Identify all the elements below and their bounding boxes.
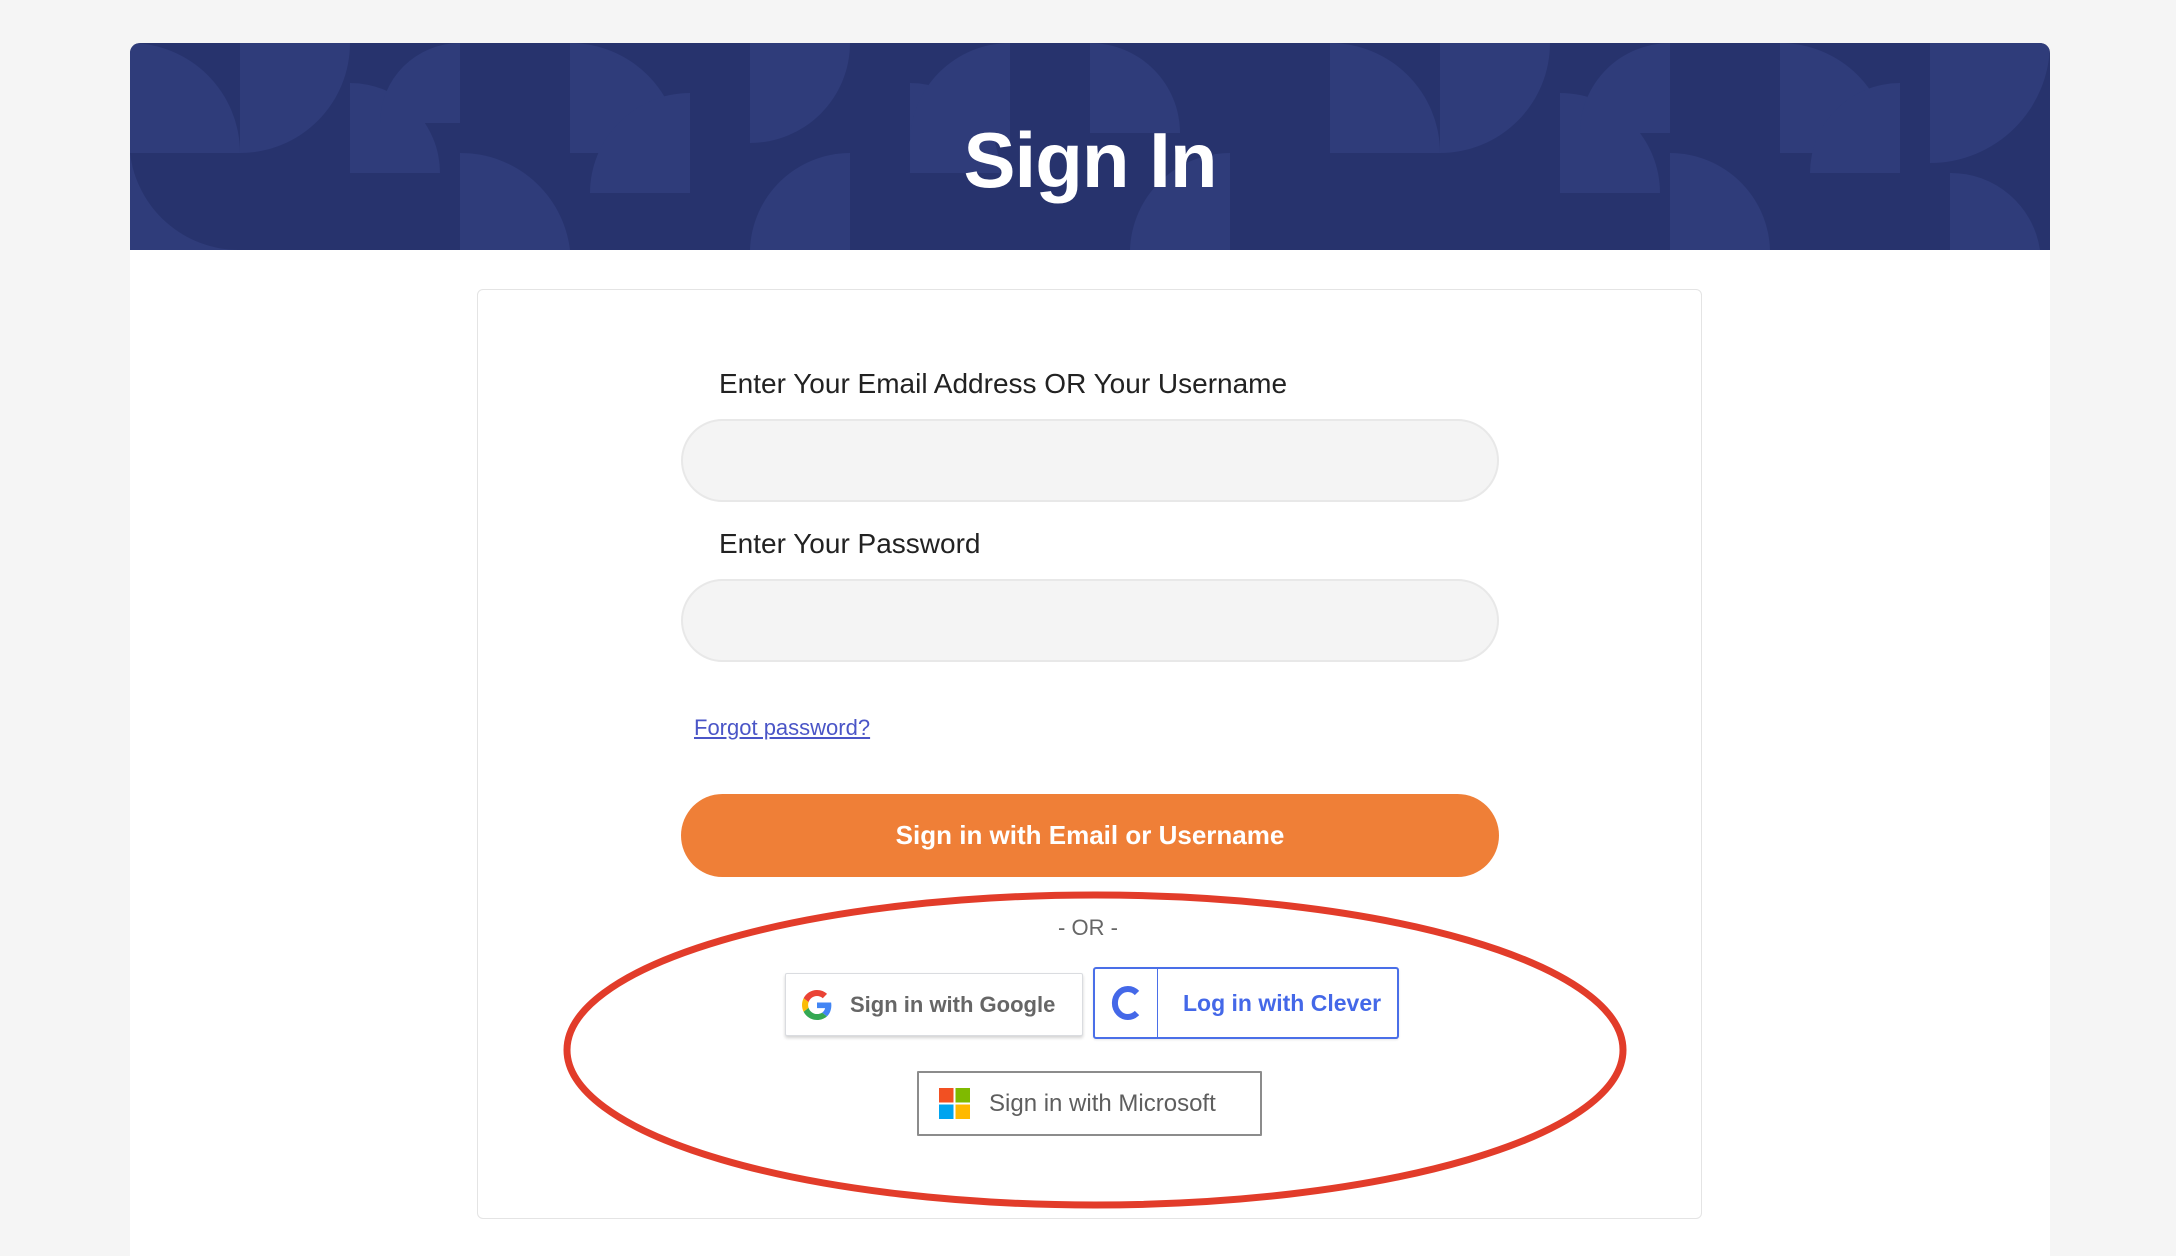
google-sign-in-button[interactable]: Sign in with Google	[785, 973, 1083, 1036]
or-divider: - OR -	[1058, 915, 1118, 940]
microsoft-sign-in-button[interactable]: Sign in with Microsoft	[917, 1071, 1262, 1136]
clever-c-icon	[1095, 969, 1158, 1037]
email-label: Enter Your Email Address OR Your Usernam…	[719, 368, 1288, 399]
email-input[interactable]	[681, 419, 1499, 502]
password-label: Enter Your Password	[719, 528, 981, 559]
microsoft-logo-icon	[919, 1073, 989, 1134]
password-input[interactable]	[681, 579, 1499, 662]
clever-button-label: Log in with Clever	[1183, 989, 1382, 1016]
google-button-label: Sign in with Google	[850, 991, 1056, 1017]
header-banner: Sign In	[130, 43, 2050, 250]
google-g-icon	[786, 974, 848, 1035]
page-title: Sign In	[963, 116, 1218, 204]
sign-in-page: Sign In Enter Your Email Address OR Your…	[0, 0, 2176, 1256]
sign-in-email-button[interactable]: Sign in with Email or Username	[681, 794, 1499, 877]
clever-login-button[interactable]: Log in with Clever	[1093, 967, 1399, 1039]
forgot-password-link[interactable]: Forgot password?	[694, 717, 870, 739]
microsoft-button-label: Sign in with Microsoft	[989, 1089, 1216, 1117]
